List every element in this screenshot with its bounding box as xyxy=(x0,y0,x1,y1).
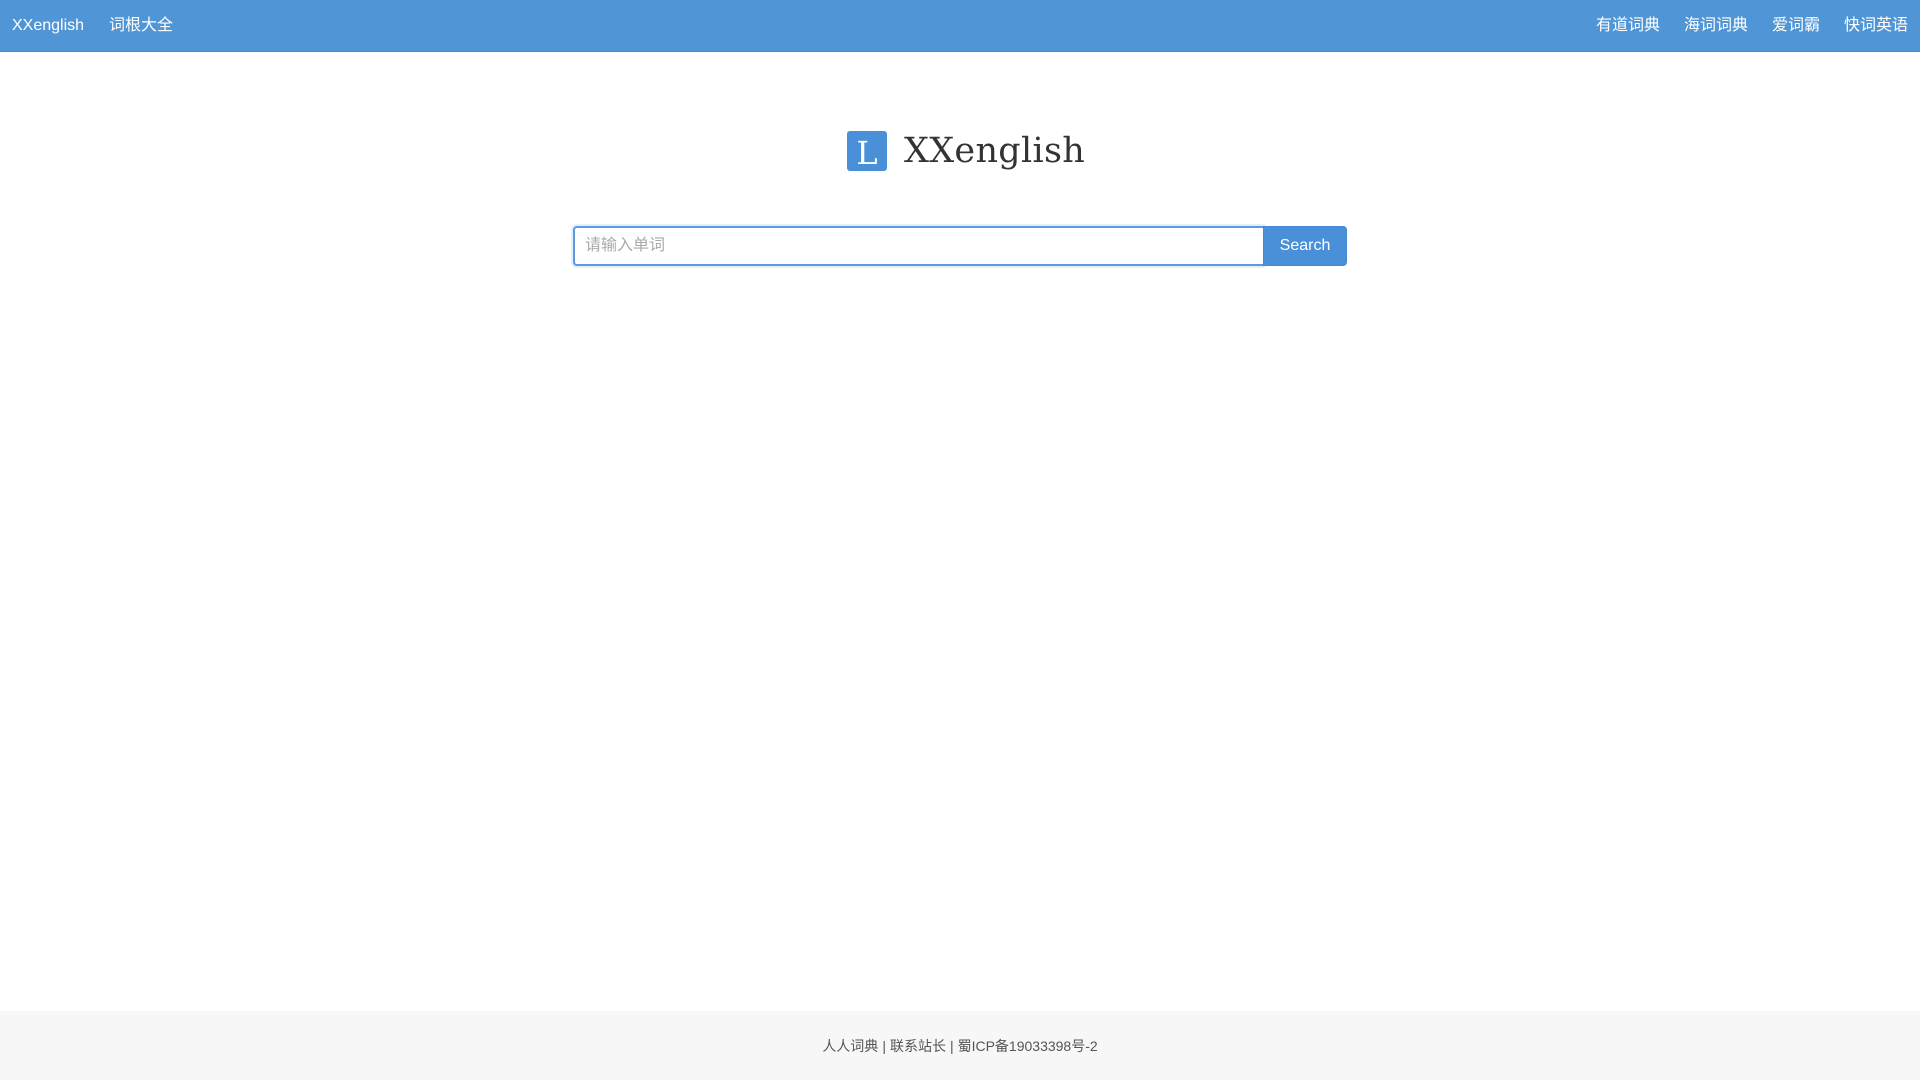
navbar-right-group: 有道词典 海词词典 爱词霸 快词英语 xyxy=(1596,17,1908,34)
footer-link-icp[interactable]: 蜀ICP备19033398号-2 xyxy=(958,1036,1098,1056)
nav-link-kuaici[interactable]: 快词英语 xyxy=(1844,17,1908,34)
nav-link-iciba[interactable]: 爱词霸 xyxy=(1772,17,1820,34)
footer-link-renren-dict[interactable]: 人人词典 xyxy=(822,1036,878,1056)
footer-separator: | xyxy=(949,1037,954,1054)
logo-icon: L xyxy=(847,131,887,171)
nav-link-dict-cn[interactable]: 海词词典 xyxy=(1684,17,1748,34)
top-navbar: XXenglish 词根大全 有道词典 海词词典 爱词霸 快词英语 xyxy=(0,0,1920,52)
search-input[interactable] xyxy=(573,226,1263,266)
footer-link-contact[interactable]: 联系站长 xyxy=(890,1036,946,1056)
page-title: XXenglish xyxy=(904,130,1086,171)
nav-link-youdao[interactable]: 有道词典 xyxy=(1596,17,1660,34)
navbar-left-group: XXenglish 词根大全 xyxy=(12,17,173,34)
nav-link-roots[interactable]: 词根大全 xyxy=(109,17,173,34)
footer-separator: | xyxy=(882,1037,886,1054)
navbar-brand-link[interactable]: XXenglish xyxy=(12,17,84,34)
search-button[interactable]: Search xyxy=(1263,226,1347,266)
page-footer: 人人词典 | 联系站长 | 蜀ICP备19033398号-2 xyxy=(0,1011,1920,1080)
search-bar: Search xyxy=(573,226,1347,266)
site-brand: L XXenglish xyxy=(847,131,1085,171)
